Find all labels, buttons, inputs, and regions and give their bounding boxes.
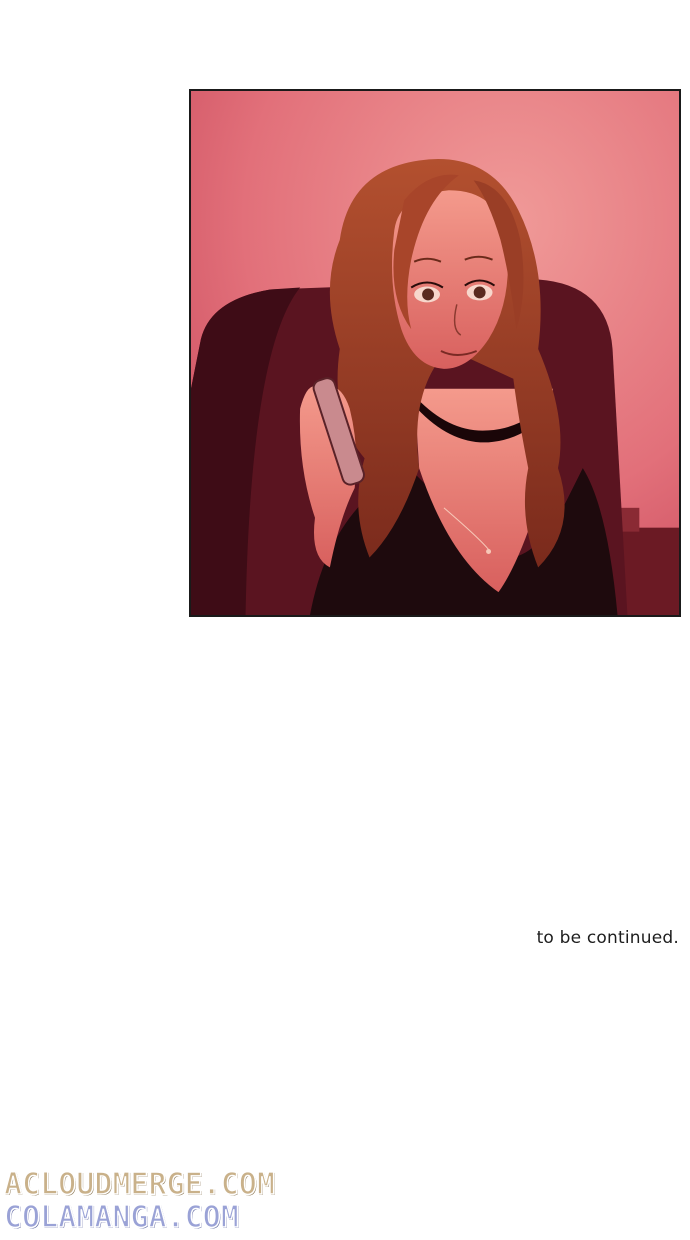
comic-page: to be continued. ACLOUDMERGE.COM COLAMAN… bbox=[0, 0, 690, 1240]
watermark-acloudmerge: ACLOUDMERGE.COM bbox=[3, 1167, 275, 1202]
to-be-continued-caption: to be continued. bbox=[536, 928, 679, 948]
comic-panel bbox=[189, 89, 681, 617]
watermark-colamanga: COLAMANGA.COM bbox=[3, 1200, 239, 1235]
panel-illustration bbox=[191, 91, 679, 615]
